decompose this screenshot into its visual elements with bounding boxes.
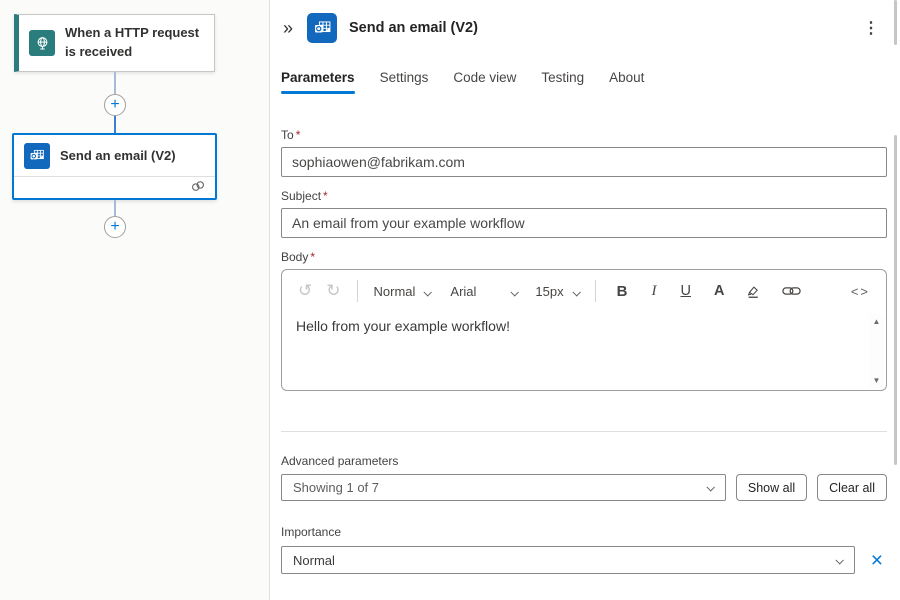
connector-line bbox=[114, 116, 116, 133]
font-size-dropdown[interactable]: 15px bbox=[529, 280, 584, 303]
panel-scrollbar[interactable] bbox=[894, 0, 897, 45]
required-marker: * bbox=[323, 189, 328, 203]
action-card-title: Send an email (V2) bbox=[60, 147, 176, 166]
font-color-icon[interactable]: A bbox=[708, 279, 730, 303]
chevron-down-icon bbox=[424, 288, 432, 296]
tab-settings[interactable]: Settings bbox=[380, 68, 429, 94]
panel-tabs: Parameters Settings Code view Testing Ab… bbox=[281, 68, 887, 94]
section-divider bbox=[281, 431, 887, 432]
scroll-up-icon[interactable]: ▲ bbox=[871, 314, 883, 329]
code-view-icon[interactable]: <> bbox=[845, 280, 876, 303]
workflow-canvas[interactable]: When a HTTP request is received + Send a… bbox=[0, 0, 270, 600]
insert-step-button[interactable]: + bbox=[104, 216, 126, 238]
action-card-send-email[interactable]: Send an email (V2) bbox=[12, 133, 217, 200]
trigger-card-http-request[interactable]: When a HTTP request is received bbox=[14, 14, 215, 72]
undo-icon[interactable]: ↺ bbox=[292, 277, 318, 305]
panel-header: » Send an email (V2) ⋮ bbox=[281, 0, 887, 44]
font-family-dropdown[interactable]: Arial bbox=[444, 280, 523, 303]
connector-line bbox=[114, 200, 116, 216]
clear-all-button[interactable]: Clear all bbox=[817, 474, 887, 501]
plus-icon: + bbox=[110, 97, 119, 113]
chevron-down-icon bbox=[572, 288, 580, 296]
tab-code-view[interactable]: Code view bbox=[453, 68, 516, 94]
chevron-down-icon bbox=[835, 556, 843, 564]
tab-about[interactable]: About bbox=[609, 68, 644, 94]
collapse-panel-icon[interactable]: » bbox=[281, 18, 295, 39]
highlight-color-icon[interactable] bbox=[740, 280, 766, 303]
required-marker: * bbox=[296, 128, 301, 142]
toolbar-divider bbox=[595, 280, 596, 302]
to-input[interactable] bbox=[281, 147, 887, 177]
editor-scrollbar[interactable]: ▲ ▼ bbox=[869, 314, 884, 388]
chevron-down-icon bbox=[511, 288, 519, 296]
connection-icon[interactable] bbox=[190, 179, 206, 198]
paragraph-style-dropdown[interactable]: Normal bbox=[368, 280, 437, 303]
outlook-icon bbox=[24, 143, 50, 169]
body-rich-text-editor: ↺ ↻ Normal Arial 15px B I U A bbox=[281, 269, 887, 391]
plus-icon: + bbox=[110, 219, 119, 235]
show-all-button[interactable]: Show all bbox=[736, 474, 807, 501]
http-request-trigger-icon bbox=[29, 30, 55, 56]
advanced-parameters-dropdown[interactable]: Showing 1 of 7 bbox=[281, 474, 726, 501]
tab-parameters[interactable]: Parameters bbox=[281, 68, 355, 94]
subject-label: Subject* bbox=[281, 189, 887, 203]
panel-title: Send an email (V2) bbox=[349, 20, 845, 36]
more-options-icon[interactable]: ⋮ bbox=[857, 16, 885, 40]
scroll-down-icon[interactable]: ▼ bbox=[871, 373, 883, 388]
logic-apps-designer: When a HTTP request is received + Send a… bbox=[0, 0, 900, 600]
tab-testing[interactable]: Testing bbox=[541, 68, 584, 94]
rich-text-toolbar: ↺ ↻ Normal Arial 15px B I U A bbox=[282, 270, 886, 312]
bold-icon[interactable]: B bbox=[611, 279, 634, 304]
required-marker: * bbox=[310, 250, 315, 264]
toolbar-divider bbox=[357, 280, 358, 302]
link-icon[interactable] bbox=[776, 281, 807, 301]
subject-input[interactable] bbox=[281, 208, 887, 238]
action-details-panel: » Send an email (V2) ⋮ Parameters Settin… bbox=[271, 0, 900, 600]
insert-step-button[interactable]: + bbox=[104, 94, 126, 116]
panel-scrollbar[interactable] bbox=[894, 135, 897, 465]
chevron-down-icon bbox=[706, 483, 714, 491]
outlook-icon bbox=[307, 13, 337, 43]
body-label: Body* bbox=[281, 250, 887, 264]
importance-label: Importance bbox=[281, 525, 887, 539]
redo-icon[interactable]: ↻ bbox=[320, 277, 346, 305]
importance-dropdown[interactable]: Normal bbox=[281, 546, 855, 574]
connector-line bbox=[114, 72, 116, 94]
to-label: To* bbox=[281, 128, 887, 142]
trigger-card-title: When a HTTP request is received bbox=[65, 24, 204, 62]
body-input[interactable]: Hello from your example workflow! bbox=[282, 312, 886, 391]
remove-importance-icon[interactable]: × bbox=[867, 550, 887, 571]
advanced-parameters-label: Advanced parameters bbox=[281, 454, 887, 468]
italic-icon[interactable]: I bbox=[645, 279, 662, 304]
underline-icon[interactable]: U bbox=[674, 279, 696, 303]
